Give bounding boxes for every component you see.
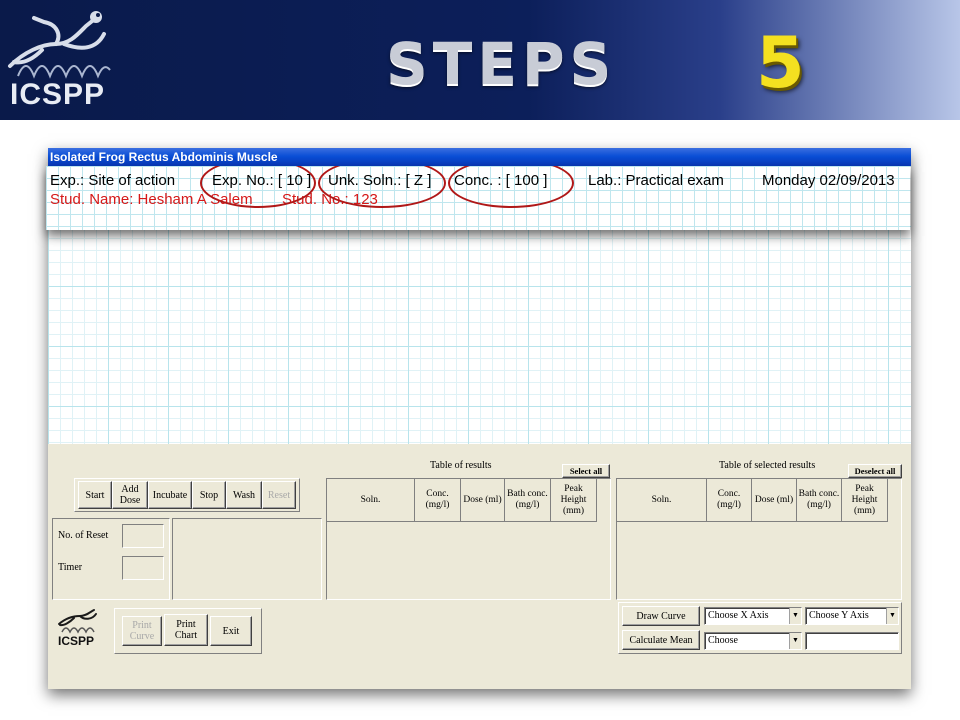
wash-button[interactable]: Wash	[226, 481, 262, 509]
x-axis-select-value: Choose X Axis	[708, 610, 769, 621]
col-conc: Conc. (mg/l)	[415, 479, 461, 521]
no-of-reset-label: No. of Reset	[58, 530, 109, 541]
selected-table-title: Table of selected results	[719, 460, 816, 471]
incubate-button[interactable]: Incubate	[148, 481, 192, 509]
sel-col-dose: Dose (ml)	[752, 479, 797, 521]
y-axis-select-value: Choose Y Axis	[809, 610, 869, 621]
x-axis-select[interactable]: Choose X Axis ▼	[704, 607, 802, 625]
print-curve-button[interactable]: Print Curve	[122, 616, 162, 646]
results-table[interactable]: Soln. Conc. (mg/l) Dose (ml) Bath conc. …	[326, 478, 611, 600]
sel-col-bath-conc: Bath conc. (mg/l)	[797, 479, 842, 521]
slide-banner: ICSPP STEPS 5	[0, 0, 960, 120]
selected-table-header: Soln. Conc. (mg/l) Dose (ml) Bath conc. …	[617, 479, 888, 522]
step-number: 5	[756, 22, 805, 104]
add-dose-button[interactable]: Add Dose	[112, 481, 148, 509]
footer-logo-text: ICSPP	[58, 634, 95, 648]
selected-results-table[interactable]: Soln. Conc. (mg/l) Dose (ml) Bath conc. …	[616, 478, 902, 600]
sel-col-soln: Soln.	[617, 479, 707, 521]
app-window: Isolated Frog Rectus Abdominis Muscle Ex…	[46, 148, 911, 689]
slide-title: STEPS	[386, 30, 617, 98]
experiment-label: Exp.: Site of action	[50, 172, 176, 189]
sel-col-peak-height: Peak Height (mm)	[842, 479, 888, 521]
deselect-all-button[interactable]: Deselect all	[848, 464, 902, 478]
timer-field	[122, 556, 164, 580]
stop-button[interactable]: Stop	[192, 481, 226, 509]
dropdown-arrow-icon[interactable]: ▼	[886, 608, 898, 624]
results-table-header: Soln. Conc. (mg/l) Dose (ml) Bath conc. …	[327, 479, 597, 522]
y-axis-select[interactable]: Choose Y Axis ▼	[805, 607, 899, 625]
lab-label: Lab.: Practical exam	[588, 172, 724, 189]
mean-select-value: Choose	[708, 635, 738, 646]
date-label: Monday 02/09/2013	[762, 172, 895, 189]
status-area	[172, 518, 322, 600]
dropdown-arrow-icon[interactable]: ▼	[789, 608, 801, 624]
col-soln: Soln.	[327, 479, 415, 521]
exit-button[interactable]: Exit	[210, 616, 252, 646]
col-bath-conc: Bath conc. (mg/l)	[505, 479, 551, 521]
mean-value-field[interactable]	[805, 632, 899, 650]
mean-select[interactable]: Choose ▼	[704, 632, 802, 650]
col-peak-height: Peak Height (mm)	[551, 479, 597, 521]
draw-curve-button[interactable]: Draw Curve	[622, 606, 700, 626]
calculate-mean-button[interactable]: Calculate Mean	[622, 630, 700, 650]
start-button[interactable]: Start	[78, 481, 112, 509]
select-all-button[interactable]: Select all	[562, 464, 610, 478]
no-of-reset-field	[122, 524, 164, 548]
experiment-info-bar: Exp.: Site of action Exp. No.: [ 10 ] Un…	[46, 166, 910, 230]
sel-col-conc: Conc. (mg/l)	[707, 479, 752, 521]
timer-label: Timer	[58, 562, 83, 573]
dropdown-arrow-icon[interactable]: ▼	[789, 633, 801, 649]
col-dose: Dose (ml)	[461, 479, 505, 521]
window-titlebar[interactable]: Isolated Frog Rectus Abdominis Muscle	[48, 148, 911, 166]
highlight-oval-conc	[448, 166, 574, 208]
print-chart-button[interactable]: Print Chart	[164, 614, 208, 646]
frog-logo-icon	[58, 609, 97, 634]
results-table-title: Table of results	[430, 460, 492, 471]
control-panel: Start Add Dose Incubate Stop Wash Reset …	[48, 444, 911, 689]
logo-text: ICSPP	[10, 78, 106, 111]
reset-button[interactable]: Reset	[262, 481, 296, 509]
